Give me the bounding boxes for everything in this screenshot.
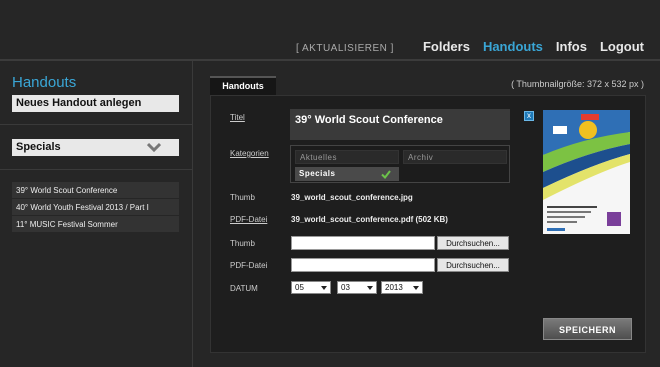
sidebar-title: Handouts: [12, 74, 77, 91]
year-value: 2013: [385, 283, 403, 292]
month-value: 03: [341, 283, 350, 292]
dropdown-arrow-icon: [367, 286, 373, 290]
thumb-filename: 39_world_scout_conference.jpg: [291, 193, 413, 202]
top-nav: [ AKTUALISIEREN ] Folders Handouts Infos…: [296, 39, 644, 59]
list-item[interactable]: 39° World Scout Conference: [12, 182, 179, 199]
dropdown-arrow-icon: [413, 286, 419, 290]
pdf-file-input[interactable]: [291, 258, 435, 272]
checkmark-icon: [381, 170, 391, 179]
day-value: 05: [295, 283, 304, 292]
thumb-upload-label: Thumb: [230, 239, 255, 248]
new-handout-button[interactable]: Neues Handout anlegen: [12, 95, 179, 112]
titel-label[interactable]: Titel: [230, 113, 245, 122]
category-select[interactable]: Specials: [12, 139, 179, 156]
sidebar-divider: [0, 169, 193, 170]
thumbnail-size-info: ( Thumbnailgröße: 372 x 532 px ): [511, 79, 644, 89]
refresh-link[interactable]: [ AKTUALISIEREN ]: [296, 43, 394, 54]
category-label: Specials: [299, 169, 336, 178]
sidebar-divider: [0, 124, 193, 125]
pdf-browse-button[interactable]: Durchsuchen...: [437, 258, 509, 272]
list-item[interactable]: 40° World Youth Festival 2013 / Part I: [12, 199, 179, 216]
title-field[interactable]: 39° World Scout Conference: [290, 109, 510, 140]
category-selector: Aktuelles Archiv Specials: [290, 145, 510, 183]
nav-infos[interactable]: Infos: [556, 39, 587, 54]
dropdown-arrow-icon: [321, 286, 327, 290]
pdf-filename: 39_world_scout_conference.pdf (502 KB): [291, 215, 448, 224]
year-select[interactable]: 2013: [381, 281, 423, 294]
kategorien-label[interactable]: Kategorien: [230, 149, 269, 158]
remove-thumb-button[interactable]: x: [524, 111, 534, 121]
category-label: Archiv: [408, 153, 434, 162]
list-item[interactable]: 11° MUSIC Festival Sommer: [12, 216, 179, 233]
pdf-label[interactable]: PDF-Datei: [230, 215, 267, 224]
tab-handouts[interactable]: Handouts: [210, 76, 276, 95]
category-label: Aktuelles: [300, 153, 337, 162]
category-aktuelles[interactable]: Aktuelles: [295, 150, 399, 164]
thumb-label: Thumb: [230, 193, 255, 202]
day-select[interactable]: 05: [291, 281, 331, 294]
nav-logout[interactable]: Logout: [600, 39, 644, 54]
pdf-upload-label: PDF-Datei: [230, 261, 268, 270]
handout-list: 39° World Scout Conference 40° World You…: [12, 182, 179, 233]
sidebar: Handouts Neues Handout anlegen Specials …: [0, 61, 193, 367]
save-button[interactable]: SPEICHERN: [543, 318, 632, 340]
category-archiv[interactable]: Archiv: [403, 150, 507, 164]
category-specials[interactable]: Specials: [295, 167, 399, 181]
thumb-file-input[interactable]: [291, 236, 435, 250]
chevron-down-icon: [147, 142, 161, 153]
new-handout-label: Neues Handout anlegen: [16, 97, 142, 109]
thumb-browse-button[interactable]: Durchsuchen...: [437, 236, 509, 250]
datum-label: DATUM: [230, 284, 258, 293]
category-select-value: Specials: [16, 141, 61, 153]
nav-folders[interactable]: Folders: [423, 39, 470, 54]
month-select[interactable]: 03: [337, 281, 377, 294]
thumbnail-preview: [543, 110, 630, 234]
nav-handouts[interactable]: Handouts: [483, 39, 543, 54]
